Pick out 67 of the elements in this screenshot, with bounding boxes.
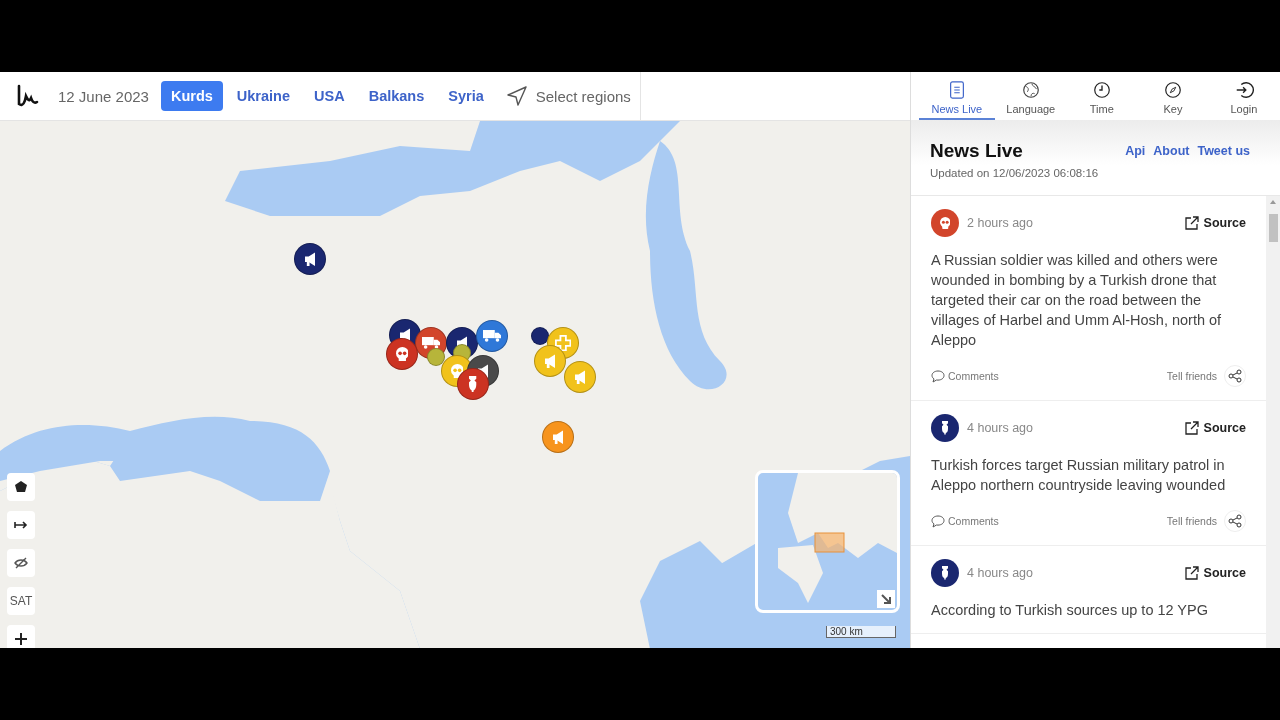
news-time: 2 hours ago	[967, 216, 1035, 230]
zoom-in-icon	[14, 632, 28, 646]
source-link[interactable]: Source	[1184, 566, 1246, 580]
map-scale: 300 km	[826, 626, 896, 638]
share-button[interactable]	[1224, 365, 1246, 387]
plus-icon	[554, 334, 572, 352]
arrow-button[interactable]	[7, 511, 35, 539]
nav-tab[interactable]: Login	[1208, 72, 1279, 120]
zoom-in-button[interactable]	[7, 625, 35, 648]
news-text: A Russian soldier was killed and others were wounded in bombing by a Turkish drone that targeted their car on the road between the villages of Harbel and Umm Al-Hosh, north of Aleppo	[931, 251, 1223, 350]
current-date: 12 June 2023	[58, 87, 149, 105]
region-tab[interactable]: Ukraine	[226, 81, 301, 111]
region-tab[interactable]: Syria	[438, 81, 494, 111]
nav-tab[interactable]: Language	[995, 72, 1066, 120]
region-tab[interactable]: USA	[304, 81, 355, 111]
news-time: 4 hours ago	[967, 421, 1035, 435]
comments-link[interactable]: Comments	[931, 369, 1167, 383]
nav-tab[interactable]: Key	[1137, 72, 1208, 120]
globe-icon	[1020, 79, 1041, 100]
bomb-icon	[942, 421, 948, 435]
satellite-button[interactable]: SAT	[7, 587, 35, 615]
megaphone-icon	[552, 429, 564, 445]
news-time: 4 hours ago	[967, 566, 1035, 580]
comments-link[interactable]: Comments	[931, 514, 1167, 528]
panel-link[interactable]: Tweet us	[1197, 144, 1250, 158]
scrollbar[interactable]	[1266, 196, 1280, 648]
panel-link[interactable]: About	[1153, 144, 1190, 158]
news-text: According to Turkish sources up to 12 YPG	[931, 601, 1209, 620]
truck-icon	[482, 330, 502, 342]
eye-off-icon	[14, 556, 28, 570]
region-tab[interactable]: Kurds	[160, 81, 223, 111]
megaphone-icon	[304, 251, 316, 267]
tell-friends-label: Tell friends	[1166, 370, 1217, 382]
source-link[interactable]: Source	[1184, 216, 1246, 230]
navigation-arrow-icon[interactable]	[505, 85, 528, 107]
truck-icon	[421, 337, 441, 349]
clock-icon	[1091, 79, 1112, 100]
skull-icon	[450, 363, 464, 379]
megaphone-icon	[544, 353, 556, 369]
eye-off-button[interactable]	[7, 549, 35, 577]
share-button[interactable]	[1224, 510, 1246, 532]
external-link-icon	[1184, 566, 1199, 580]
panel-title: News Live	[930, 140, 1023, 162]
bomb-icon	[469, 375, 477, 393]
select-regions-link[interactable]: Select regions	[535, 87, 631, 105]
source-link[interactable]: Source	[1184, 421, 1246, 435]
tell-friends-label: Tell friends	[1166, 515, 1217, 527]
external-link-icon	[1184, 216, 1199, 230]
updated-time: Updated on 12/06/2023 06:08:16	[930, 167, 1100, 179]
share-icon	[1228, 514, 1242, 528]
skull-icon	[939, 217, 951, 229]
bomb-icon	[942, 566, 948, 580]
polygon-icon	[14, 480, 28, 494]
speech-bubble-icon	[931, 514, 945, 528]
compass-icon	[1162, 79, 1183, 100]
megaphone-icon	[574, 369, 586, 385]
region-tab[interactable]: Balkans	[358, 81, 435, 111]
news-text: Turkish forces target Russian military patrol in Aleppo northern countryside leaving wounded	[931, 456, 1227, 495]
polygon-button[interactable]	[7, 473, 35, 501]
panel-link[interactable]: Api	[1125, 144, 1146, 158]
share-icon	[1228, 369, 1242, 383]
speech-bubble-icon	[931, 369, 945, 383]
nav-tab[interactable]: Time	[1066, 72, 1137, 120]
skull-icon	[395, 346, 409, 362]
scrollbar-thumb[interactable]	[1269, 214, 1278, 242]
external-link-icon	[1184, 421, 1199, 435]
logo-icon[interactable]	[16, 83, 40, 109]
